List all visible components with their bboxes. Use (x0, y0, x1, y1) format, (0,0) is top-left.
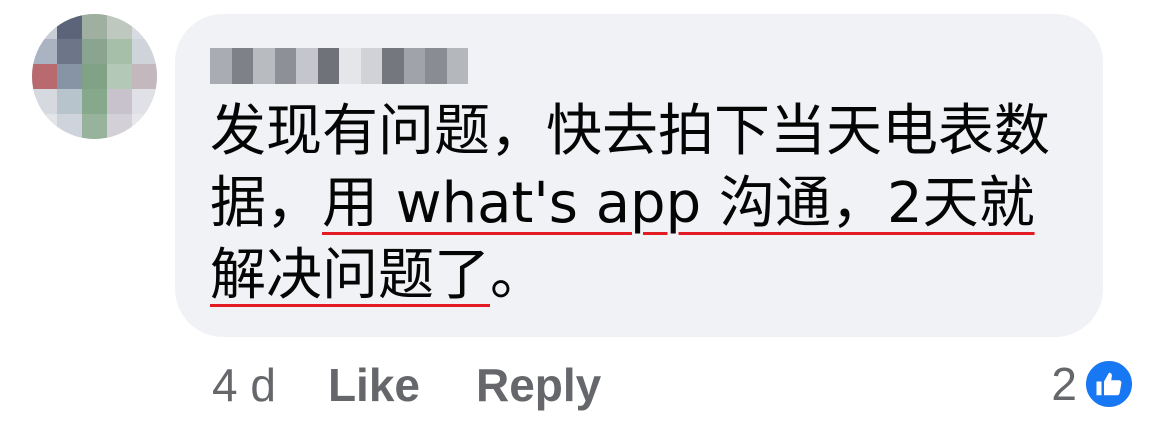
thumbs-up-icon (1083, 358, 1135, 410)
reply-button[interactable]: Reply (476, 358, 601, 412)
comment-text-highlighted: 用 what's app 沟通，2天就解决问题了 (210, 171, 1035, 308)
comment-actions: 4 d Like Reply (212, 350, 657, 420)
comment-text-after: 。 (490, 243, 546, 308)
reaction-count: 2 (1051, 358, 1077, 410)
timestamp[interactable]: 4 d (212, 358, 276, 412)
reactions-summary[interactable]: 2 (1051, 352, 1135, 416)
author-name[interactable] (210, 48, 468, 84)
like-button[interactable]: Like (328, 358, 420, 412)
comment-text: 发现有问题，快去拍下当天电表数据，用 what's app 沟通，2天就解决问题… (210, 96, 1090, 312)
avatar[interactable] (32, 14, 157, 139)
